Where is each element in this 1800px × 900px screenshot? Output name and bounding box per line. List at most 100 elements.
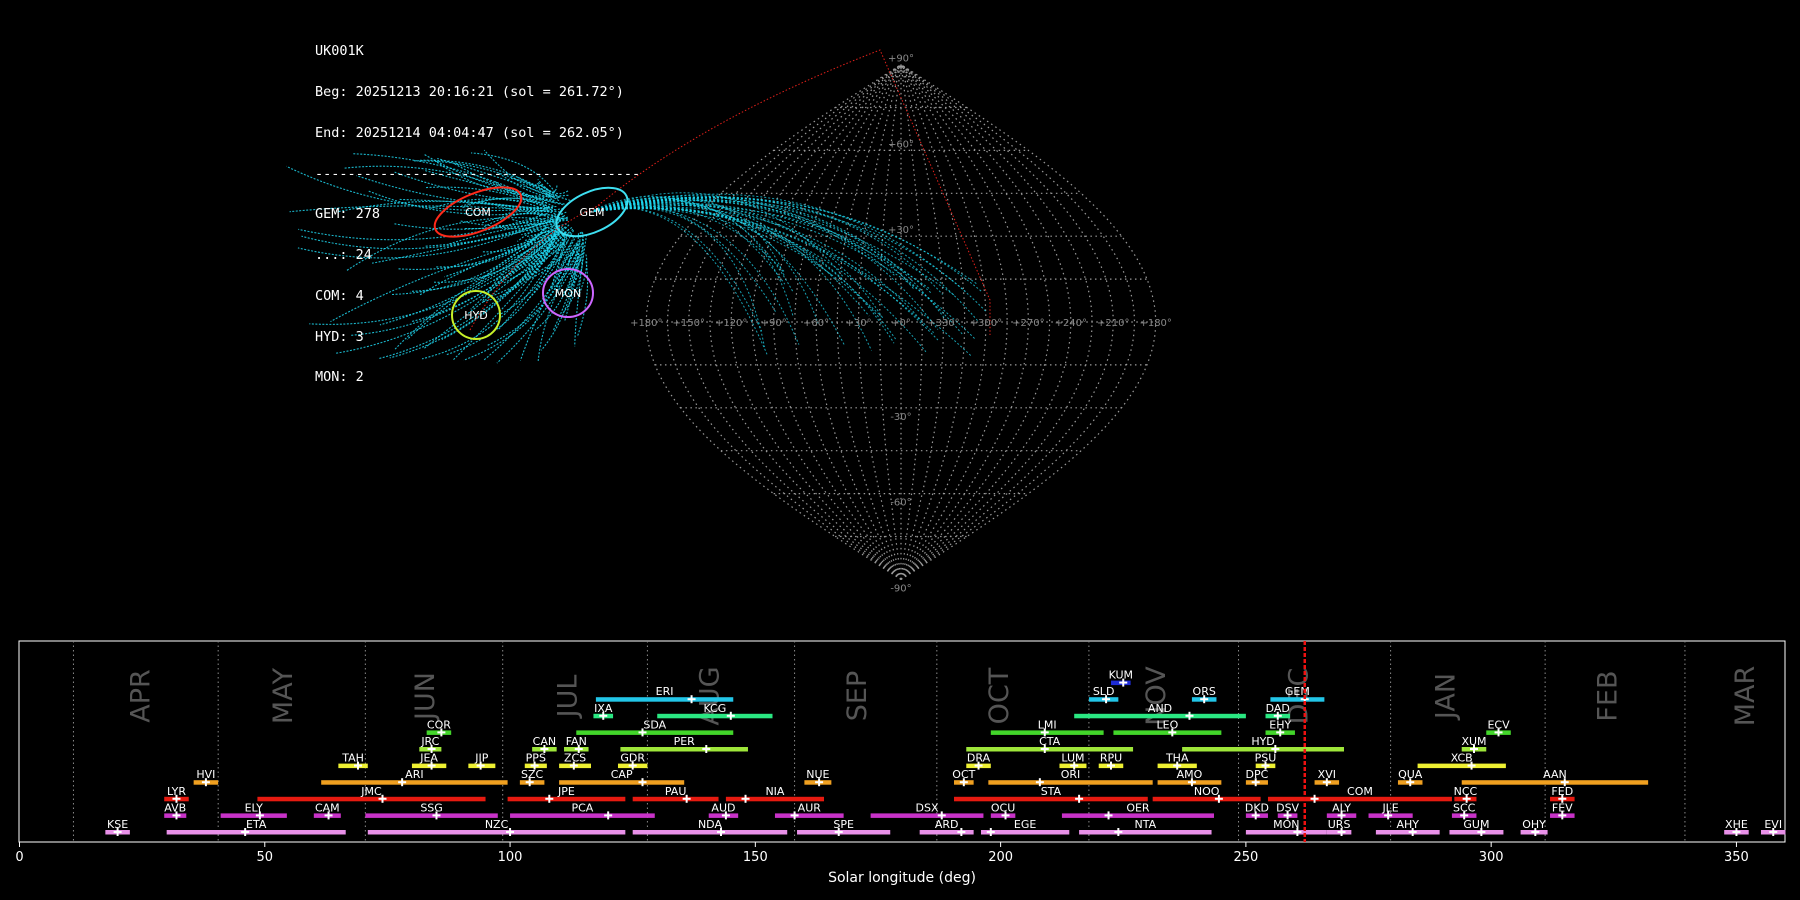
shower-code-label: DSX [916,801,939,814]
shower-code-label: ELY [245,801,264,814]
lon-label: +120° [715,318,747,329]
shower-avb: AVB [164,801,187,820]
shower-code-label: XVI [1318,768,1336,781]
shower-nue: NUE [804,768,832,787]
x-tick-label: 300 [1479,850,1504,865]
shower-code-label: AVB [164,801,186,814]
shower-code-label: COM [1347,785,1373,798]
shower-code-label: URS [1328,818,1351,831]
shower-code-label: THA [1165,752,1189,765]
shower-code-label: OCU [991,801,1015,814]
shower-xhe: XHE [1724,818,1749,836]
shower-code-label: CTA [1039,735,1061,748]
shower-code-label: CAM [315,801,340,814]
shower-code-label: OER [1126,801,1150,814]
shower-code-label: OHY [1522,818,1546,831]
shower-code-label: JMC [360,785,382,798]
shower-code-label: AHY [1397,818,1420,831]
shower-code-label: SSG [420,801,443,814]
shower-code-label: AAN [1543,768,1567,781]
shower-code-label: ERI [656,685,674,698]
shower-code-label: SZC [521,768,544,781]
shower-ocu: OCU [990,801,1016,820]
shower-code-label: FEV [1552,801,1573,814]
shower-timeline: APR MAY JUN JUL AUG SEP OCT NOV DEC JAN FEB MAR KUM… [15,640,1786,886]
shower-cam: CAM [313,801,341,820]
shower-code-label: NIA [765,785,784,798]
shower-code-label: NUE [806,768,829,781]
shower-can: CAN [532,735,557,753]
shower-kum: KUM [1109,669,1133,687]
shower-szc: SZC [519,768,545,787]
shower-code-label: JPE [557,785,575,798]
shower-code-label: DSV [1276,801,1299,814]
x-axis-label: Solar longitude (deg) [828,870,976,886]
station-id: UK001K [315,43,364,60]
meteor-track [589,199,955,296]
shower-jrc: JRC [419,735,442,753]
month-label: OCT [984,667,1015,724]
shower-dpc: DPC [1246,768,1269,787]
shower-code-label: KUM [1109,669,1133,682]
lon-label: +90° [761,318,787,329]
count-mon: MON: 2 [315,369,364,386]
shower-xum: XUM [1461,735,1487,753]
shower-code-label: LUM [1061,752,1084,765]
shower-urs: URS [1326,818,1352,836]
shower-code-label: ETA [246,818,267,831]
lat-label: -60° [890,498,911,509]
shower-gdr: GDR [617,752,648,770]
meteor-track [589,197,943,295]
lat-label: +90° [888,54,914,65]
count-gem: GEM: 278 [315,206,381,223]
shower-fan: FAN [564,735,589,753]
month-label: JUN [410,672,441,722]
lat-label: -90° [890,583,911,594]
lat-label: +30° [888,225,914,236]
shower-code-label: HYD [1251,735,1274,748]
count-com: COM: 4 [315,287,364,304]
shower-code-label: DAD [1266,702,1290,715]
shower-lum: LUM [1059,752,1087,770]
x-axis: 0 50 100 150 200 250 300 350 [15,842,1749,865]
shower-code-label: JLE [1381,801,1398,814]
shower-code-label: CAP [611,768,633,781]
shower-code-label: NTA [1135,818,1157,831]
shower-kse: KSE [105,818,130,836]
shower-code-label: EVI [1764,818,1782,831]
lon-label: +240° [1055,318,1087,329]
lat-label: +60° [888,139,914,150]
meteor-track [589,200,987,313]
shower-ecv: ECV [1486,718,1511,737]
shower-code-label: STA [1041,785,1062,798]
shower-code-label: OCT [952,768,975,781]
x-tick-label: 250 [1233,850,1258,865]
month-label: MAY [268,667,299,724]
shower-code-label: MON [1273,818,1299,831]
shower-code-label: ECV [1487,718,1510,731]
shower-code-label: JIP [474,752,488,765]
shower-code-label: SPE [833,818,854,831]
shower-pps: PPS [524,752,547,770]
begin-time: Beg: 20251213 20:16:21 (sol = 261.72°) [315,83,624,100]
observation-summary: UK001K Beg: 20251213 20:16:21 (sol = 261… [315,18,640,399]
shower-code-label: ARD [935,818,959,831]
shower-code-label: EHY [1269,718,1291,731]
shower-code-label: SDA [643,718,666,731]
x-tick-label: 200 [988,850,1013,865]
shower-code-label: ZCS [564,752,586,765]
shower-lyr: LYR [164,785,189,803]
shower-code-label: CAN [533,735,556,748]
lon-label: +180° [1139,318,1171,329]
shower-code-label: XUM [1461,735,1486,748]
shower-code-label: HVI [196,768,215,781]
shower-psu: PSU [1255,752,1276,770]
shower-code-label: EGE [1014,818,1036,831]
shower-code-label: FED [1551,785,1573,798]
shower-code-label: SLD [1093,685,1115,698]
meteor-track [589,200,963,335]
x-tick-label: 150 [743,850,768,865]
lon-label: +270° [1012,318,1044,329]
shower-scc: SCC [1451,801,1477,820]
x-tick-label: 0 [15,850,23,865]
